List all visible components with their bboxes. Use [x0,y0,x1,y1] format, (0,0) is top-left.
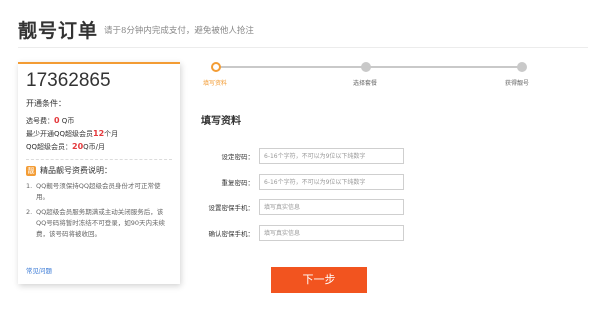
step-label-choose-plan: 选择套餐 [353,80,378,87]
repeat-password-label: 重复密码： [221,179,255,187]
password-input[interactable] [259,148,404,164]
step-label-fill-info: 填写资料 [203,80,228,87]
fee-info-header: 靓 精品靓号资费说明： [26,165,112,176]
condition-prefix: 选号费： [26,117,54,125]
note-text: QQ超级会员服务期满或主动关闭服务后，该QQ号码将暂时冻结不可登录，如90天内未… [36,208,166,238]
selected-number: 17362865 [26,70,111,91]
condition-row: 选号费：0 Q币 [26,116,74,126]
step-label-get-number: 获得靓号 [505,80,530,87]
progress-steps: 填写资料 选择套餐 获得靓号 [203,62,531,92]
conditions-title: 开通条件： [26,99,66,108]
security-phone-label: 设置密保手机： [208,204,255,212]
security-phone-field: 设置密保手机： [188,199,408,215]
page-title: 靓号订单 [18,20,99,42]
fee-info-title: 精品靓号资费说明： [40,166,112,175]
step-dot-2 [361,62,371,72]
page-header: 靓号订单 请于8分钟内完成支付，避免被他人抢注 [18,14,588,48]
fee-note: 2. QQ超级会员服务期满或主动关闭服务后，该QQ号码将暂时冻结不可登录，如90… [26,207,172,240]
next-step-button[interactable]: 下一步 [271,267,367,293]
card-divider [26,159,172,160]
password-label: 设定密码： [221,153,255,161]
info-badge-icon: 靓 [26,165,36,176]
condition-value: 20 [72,142,84,151]
condition-value: 12 [93,129,105,138]
step-dot-3 [517,62,527,72]
condition-prefix: 最少开通QQ超级会员 [26,130,94,138]
note-index: 1. [26,182,33,190]
confirm-phone-input[interactable] [259,225,404,241]
step-dot-1 [211,62,221,72]
condition-suffix: Q币 [59,117,75,125]
confirm-phone-field: 确认密保手机： [188,225,408,241]
condition-suffix: 个月 [104,130,119,138]
password-field: 设定密码： [188,148,408,164]
security-phone-input[interactable] [259,199,404,215]
condition-prefix: QQ超级会员： [26,143,73,151]
faq-link[interactable]: 常见问题 [26,265,52,275]
form-title: 填写资料 [201,116,241,127]
number-summary-card: 17362865 开通条件： 选号费：0 Q币 最少开通QQ超级会员12个月 Q… [18,62,180,284]
condition-row: QQ超级会员：20Q币/月 [26,142,105,152]
page-subtitle: 请于8分钟内完成支付，避免被他人抢注 [104,26,254,36]
note-index: 2. [26,208,33,216]
fee-note: 1. QQ靓号须保持QQ超级会员身份才可正常使用。 [26,181,172,203]
condition-row: 最少开通QQ超级会员12个月 [26,129,118,139]
condition-suffix: Q币/月 [83,143,106,151]
note-text: QQ靓号须保持QQ超级会员身份才可正常使用。 [36,182,161,201]
repeat-password-input[interactable] [259,174,404,190]
repeat-password-field: 重复密码： [188,174,408,190]
confirm-phone-label: 确认密保手机： [208,230,255,238]
